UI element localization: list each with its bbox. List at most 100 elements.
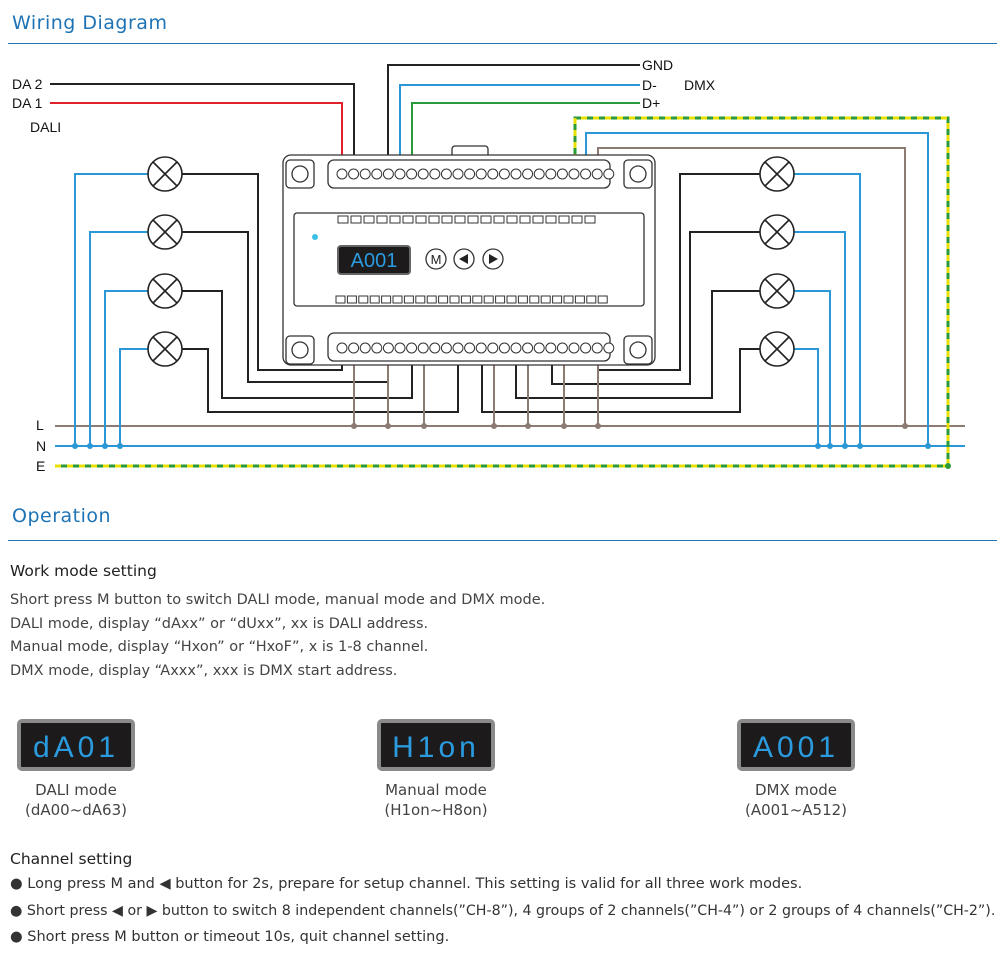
label-e: E bbox=[36, 458, 45, 474]
terminal bbox=[440, 342, 452, 354]
port-label bbox=[428, 215, 440, 224]
terminal bbox=[417, 342, 429, 354]
port-label bbox=[472, 295, 483, 304]
port-label bbox=[532, 215, 544, 224]
port-label bbox=[350, 215, 362, 224]
terminal bbox=[336, 342, 348, 354]
terminal bbox=[371, 168, 383, 180]
svg-text:H1on: H1on bbox=[392, 731, 480, 764]
port-label bbox=[335, 295, 346, 304]
lamp-icon bbox=[759, 214, 795, 250]
port-label bbox=[392, 295, 403, 304]
terminal bbox=[522, 168, 534, 180]
port-label bbox=[454, 215, 466, 224]
terminal bbox=[475, 342, 487, 354]
port-label bbox=[415, 295, 426, 304]
wiring-diagram: A001 M DA 2 DA 1 DALI GND D- D+ DMX L N … bbox=[12, 57, 965, 474]
port-label bbox=[358, 295, 369, 304]
terminal bbox=[429, 168, 441, 180]
port-label bbox=[460, 295, 471, 304]
port-label bbox=[403, 295, 414, 304]
terminal bbox=[580, 168, 592, 180]
terminal bbox=[371, 342, 383, 354]
manual-mode-caption: Manual mode (H1on~H8on) bbox=[384, 781, 488, 819]
terminal bbox=[429, 342, 441, 354]
port-label bbox=[563, 295, 574, 304]
text-line: DMX mode, display “Axxx”, xxx is DMX sta… bbox=[10, 662, 398, 679]
port-label bbox=[449, 295, 460, 304]
divider bbox=[8, 540, 997, 541]
label-da1: DA 1 bbox=[12, 95, 43, 111]
lamp-icon bbox=[759, 331, 795, 367]
port-label bbox=[467, 215, 479, 224]
channel-bullet: ● Short press ◀ or ▶ button to switch 8 … bbox=[10, 903, 996, 919]
lamp-icon bbox=[759, 273, 795, 309]
terminal bbox=[510, 168, 522, 180]
label-l: L bbox=[36, 417, 44, 433]
work-mode-heading: Work mode setting bbox=[10, 562, 157, 580]
port-label bbox=[574, 295, 585, 304]
port-label bbox=[402, 215, 414, 224]
port-label bbox=[493, 215, 505, 224]
terminal bbox=[522, 342, 534, 354]
terminal bbox=[487, 342, 499, 354]
port-label bbox=[571, 215, 583, 224]
terminal bbox=[487, 168, 499, 180]
terminal bbox=[382, 168, 394, 180]
port-label bbox=[363, 215, 375, 224]
terminal bbox=[545, 168, 557, 180]
label-n: N bbox=[36, 438, 46, 454]
lamp-icon bbox=[147, 331, 183, 367]
port-label bbox=[586, 295, 597, 304]
dmx-mode-display: A001 bbox=[737, 719, 855, 771]
text-line: DALI mode, display “dAxx” or “dUxx”, xx … bbox=[10, 615, 429, 632]
lamp-icon bbox=[147, 273, 183, 309]
terminal bbox=[464, 342, 476, 354]
dali-mode-caption: DALI mode (dA00~dA63) bbox=[24, 781, 127, 819]
dali-mode-display: dA01 bbox=[17, 719, 135, 771]
port-label bbox=[415, 215, 427, 224]
svg-text:dA01: dA01 bbox=[33, 731, 119, 764]
terminal bbox=[452, 342, 464, 354]
terminal bbox=[394, 168, 406, 180]
label-dminus: D- bbox=[642, 77, 657, 93]
work-mode-text: Short press M button to switch DALI mode… bbox=[10, 589, 545, 683]
terminal bbox=[359, 342, 371, 354]
terminal bbox=[580, 342, 592, 354]
terminal bbox=[359, 168, 371, 180]
terminal bbox=[603, 168, 615, 180]
port-label bbox=[584, 215, 596, 224]
operation-title: Operation bbox=[12, 505, 112, 527]
port-label bbox=[346, 295, 357, 304]
port-label bbox=[389, 215, 401, 224]
channel-heading: Channel setting bbox=[10, 850, 133, 868]
port-label bbox=[438, 295, 449, 304]
port-label bbox=[369, 295, 380, 304]
terminal bbox=[556, 342, 568, 354]
port-label bbox=[506, 295, 517, 304]
port-label bbox=[519, 215, 531, 224]
terminal bbox=[464, 168, 476, 180]
terminal bbox=[382, 342, 394, 354]
text-line: Short press M button to switch DALI mode… bbox=[10, 592, 546, 608]
terminal bbox=[568, 342, 580, 354]
terminal bbox=[475, 168, 487, 180]
port-label bbox=[517, 295, 528, 304]
terminal bbox=[348, 168, 360, 180]
label-gnd: GND bbox=[642, 57, 673, 73]
label-dmx: DMX bbox=[684, 77, 716, 93]
label-dali: DALI bbox=[30, 119, 61, 135]
terminal bbox=[336, 168, 348, 180]
terminal bbox=[568, 168, 580, 180]
terminal bbox=[591, 342, 603, 354]
terminal bbox=[533, 168, 545, 180]
terminal bbox=[498, 342, 510, 354]
terminal bbox=[556, 168, 568, 180]
manual-mode-display: H1on bbox=[377, 719, 495, 771]
port-label bbox=[597, 295, 608, 304]
terminal bbox=[452, 168, 464, 180]
device-display: A001 bbox=[351, 250, 398, 272]
lamp-icon bbox=[147, 156, 183, 192]
terminal bbox=[533, 342, 545, 354]
terminal bbox=[406, 168, 418, 180]
